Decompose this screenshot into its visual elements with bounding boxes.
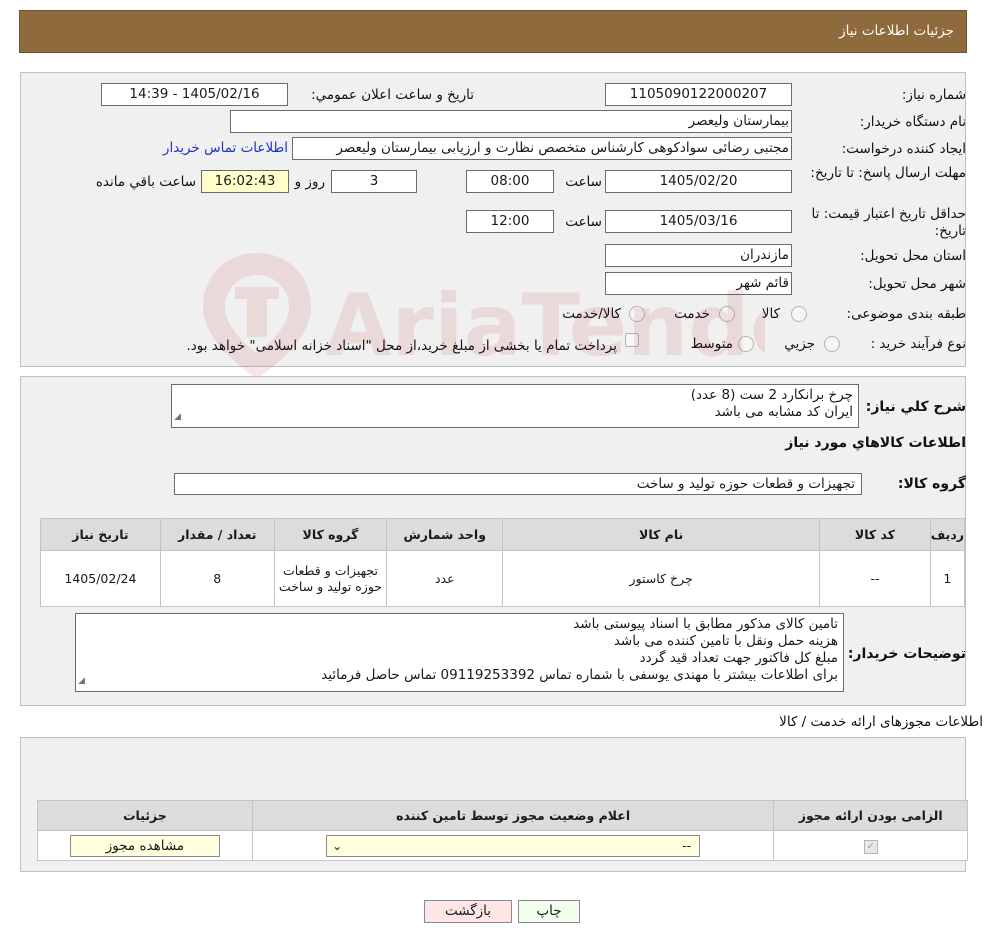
reply-time-field: 08:00 bbox=[466, 170, 554, 193]
category-option-goods-service: کالا/خدمت bbox=[562, 306, 621, 322]
price-time-field: 12:00 bbox=[466, 210, 554, 233]
city-label: شهر محل تحویل: bbox=[868, 276, 966, 292]
remaining-label: ساعت باقي مانده bbox=[95, 174, 196, 190]
days-label: روز و bbox=[294, 174, 325, 190]
cell-item-name: چرخ کاستور bbox=[502, 550, 821, 607]
cell-unit: عدد bbox=[386, 550, 504, 607]
chevron-down-icon: ⌄ bbox=[332, 838, 343, 853]
cell-item-code: -- bbox=[819, 550, 931, 607]
announce-label: تاریخ و ساعت اعلان عمومي: bbox=[311, 87, 474, 103]
cell-item-group: تجهیزات و قطعات حوزه تولید و ساخت bbox=[273, 550, 388, 607]
resize-grip-icon[interactable]: ◢ bbox=[174, 409, 181, 426]
goods-info-title: اطلاعات کالاهاي مورد نياز bbox=[785, 435, 966, 451]
category-option-goods: کالا bbox=[761, 306, 780, 322]
price-validity-label: حداقل تاریخ اعتبار قیمت: تا تاریخ: bbox=[811, 206, 966, 239]
view-license-button[interactable]: مشاهده مجوز bbox=[69, 834, 220, 857]
payment-note: پرداخت تمام یا بخشی از مبلغ خرید،از محل … bbox=[186, 338, 617, 354]
process-option-minor: جزيي bbox=[784, 336, 815, 352]
announce-datetime-field: 1405/02/16 - 14:39 bbox=[101, 83, 288, 106]
buyer-note-line-2: هزینه حمل ونقل با تامین کننده می باشد bbox=[613, 633, 838, 649]
col-license-required: الزامی بودن ارائه مجوز bbox=[773, 800, 968, 831]
buyer-org-field: بیمارستان ولیعصر bbox=[230, 110, 792, 133]
summary-label: شرح کلي نياز: bbox=[865, 399, 966, 415]
cell-need-date: 1405/02/24 bbox=[40, 550, 161, 607]
col-license-details: جزئیات bbox=[37, 800, 253, 831]
buyer-org-label: نام دستگاه خریدار: bbox=[859, 114, 966, 130]
licenses-table: الزامی بودن ارائه مجوز اعلام وضعیت مجوز … bbox=[37, 800, 968, 861]
licenses-title: اطلاعات مجوزهای ارائه خدمت / کالا bbox=[779, 714, 983, 730]
buyer-notes-textarea[interactable]: تامین کالای مذکور مطابق با اسناد پیوستی … bbox=[75, 613, 844, 692]
page-title: جزئیات اطلاعات نیاز bbox=[839, 23, 954, 39]
cell-license-required: ✓ bbox=[773, 830, 968, 861]
back-button[interactable]: بازگشت bbox=[424, 900, 512, 923]
city-field: قائم شهر bbox=[605, 272, 792, 295]
category-label: طبقه بندی موضوعی: bbox=[846, 306, 966, 322]
category-radio-service[interactable] bbox=[719, 306, 735, 322]
goods-group-field: تجهیزات و قطعات حوزه تولید و ساخت bbox=[174, 473, 862, 495]
process-radio-minor[interactable] bbox=[824, 336, 840, 352]
days-field: 3 bbox=[331, 170, 417, 193]
licenses-table-header: الزامی بودن ارائه مجوز اعلام وضعیت مجوز … bbox=[37, 800, 968, 831]
province-label: استان محل تحویل: bbox=[860, 248, 966, 264]
buyer-notes-label: توضیحات خریدار: bbox=[847, 646, 966, 662]
payment-checkbox[interactable] bbox=[625, 333, 639, 347]
process-option-medium: متوسط bbox=[690, 336, 733, 352]
col-row-number: رديف bbox=[929, 518, 966, 551]
buyer-note-line-3: مبلغ کل فاکتور جهت تعداد قید گردد bbox=[639, 650, 838, 666]
cell-quantity: 8 bbox=[159, 550, 275, 607]
summary-textarea[interactable]: چرخ برانکارد 2 ست (8 عدد) ایران کد مشابه… bbox=[171, 384, 859, 428]
print-button[interactable]: چاپ bbox=[518, 900, 580, 923]
items-table: رديف کد کالا نام کالا واحد شمارش گروه کا… bbox=[40, 518, 966, 607]
col-unit: واحد شمارش bbox=[386, 518, 504, 551]
price-date-field: 1405/03/16 bbox=[605, 210, 792, 233]
need-number-label: شماره نیاز: bbox=[901, 87, 966, 103]
category-option-service: خدمت bbox=[674, 306, 710, 322]
reply-date-field: 1405/02/20 bbox=[605, 170, 792, 193]
col-need-date: تاریخ نیاز bbox=[40, 518, 161, 551]
requester-label: ایجاد کننده درخواست: bbox=[841, 141, 966, 157]
summary-line-2: ایران کد مشابه می باشد bbox=[714, 404, 853, 420]
table-row: ✓ ⌄ -- مشاهده مجوز bbox=[37, 830, 968, 861]
category-radio-goods[interactable] bbox=[791, 306, 807, 322]
col-quantity: تعداد / مقدار bbox=[159, 518, 275, 551]
required-checkbox[interactable]: ✓ bbox=[863, 840, 878, 854]
col-item-group: گروه کالا bbox=[273, 518, 388, 551]
summary-line-1: چرخ برانکارد 2 ست (8 عدد) bbox=[690, 387, 853, 403]
col-license-status: اعلام وضعیت مجوز توسط تامین کننده bbox=[251, 800, 775, 831]
requester-field: مجتبی رضائی سوادکوهی کارشناس متخصص نظارت… bbox=[292, 137, 792, 160]
goods-group-label: گروه کالا: bbox=[897, 476, 966, 492]
remaining-time-field: 16:02:43 bbox=[201, 170, 289, 193]
process-label: نوع فرآیند خرید : bbox=[870, 336, 966, 352]
cell-license-status: ⌄ -- bbox=[251, 830, 775, 861]
process-radio-medium[interactable] bbox=[738, 336, 754, 352]
col-item-name: نام کالا bbox=[502, 518, 821, 551]
need-number-field: 1105090122000207 bbox=[605, 83, 792, 106]
cell-license-details: مشاهده مجوز bbox=[37, 830, 253, 861]
reply-time-label: ساعت bbox=[565, 174, 602, 190]
license-status-value: -- bbox=[682, 837, 692, 853]
page-header: جزئیات اطلاعات نیاز bbox=[19, 10, 967, 53]
resize-grip-icon[interactable]: ◢ bbox=[78, 673, 85, 690]
reply-deadline-label: مهلت ارسال پاسخ: تا تاریخ: bbox=[810, 165, 966, 181]
license-status-select[interactable]: ⌄ -- bbox=[326, 834, 701, 857]
price-time-label: ساعت bbox=[565, 214, 602, 230]
buyer-note-line-1: تامین کالای مذکور مطابق با اسناد پیوستی … bbox=[573, 616, 838, 632]
category-radio-goods-service[interactable] bbox=[629, 306, 645, 322]
cell-row-number: 1 bbox=[929, 550, 966, 607]
items-table-header: رديف کد کالا نام کالا واحد شمارش گروه کا… bbox=[40, 518, 966, 551]
province-field: مازندران bbox=[605, 244, 792, 267]
table-row: 1 -- چرخ کاستور عدد تجهیزات و قطعات حوزه… bbox=[40, 550, 966, 607]
col-item-code: کد کالا bbox=[819, 518, 931, 551]
buyer-note-line-4: برای اطلاعات بیشتر با مهندی یوسفی با شما… bbox=[321, 667, 838, 683]
buyer-contact-link[interactable]: اطلاعات تماس خریدار bbox=[163, 140, 288, 156]
